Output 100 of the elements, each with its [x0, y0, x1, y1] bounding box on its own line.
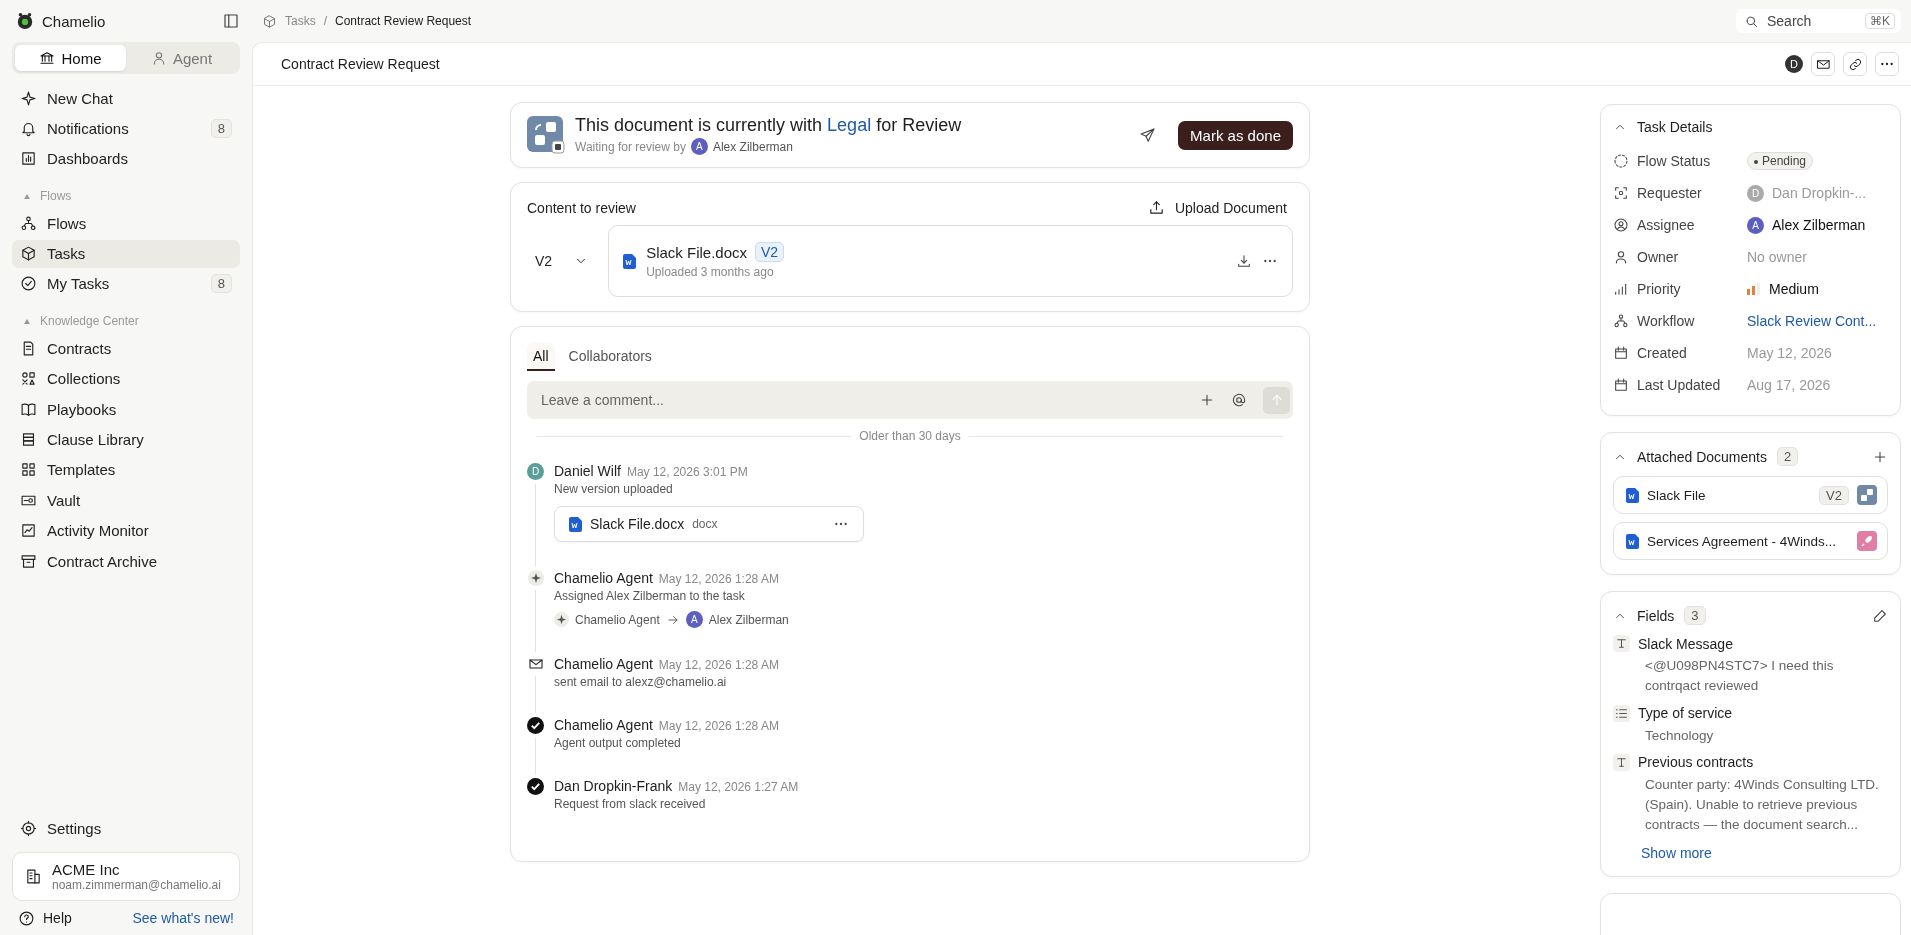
avatar: D [527, 463, 544, 480]
detail-value: May 12, 2026 [1747, 345, 1832, 361]
nav-item[interactable]: My Tasks 8 [12, 269, 240, 298]
author-name: Chamelio Agent [554, 570, 653, 586]
nav-item[interactable]: Tasks [12, 239, 240, 268]
edit-button[interactable] [1872, 607, 1888, 624]
comment-input[interactable]: Leave a comment... [539, 384, 1183, 416]
event-text: Request from slack received [554, 797, 707, 811]
file-card[interactable]: Slack File.docx V2 Uploaded 3 months ago [608, 225, 1293, 297]
field-value: <@U098PN4STC7> I need this contrqact reviewed [1644, 657, 1835, 696]
caret-icon [24, 318, 30, 324]
logo-icon [16, 12, 34, 30]
file-type: docx [692, 517, 718, 531]
shapes-icon [1857, 485, 1877, 505]
calendar-icon [1613, 345, 1629, 361]
check-circle-icon [20, 275, 37, 293]
mark-done-button[interactable]: Mark as done [1178, 120, 1293, 150]
timestamp: May 12, 2026 1:28 AM [658, 658, 779, 672]
workspace-email: noam.zimmerman@chamelio.ai [52, 878, 221, 892]
nav-item[interactable]: Contracts [12, 334, 240, 363]
send-icon [1139, 126, 1157, 144]
document-item[interactable]: Services Agreement - 4Winds... [1613, 522, 1888, 560]
nav-item[interactable]: New Chat [12, 84, 240, 112]
avatar: A [690, 138, 708, 155]
file-name: Slack File.docx [646, 243, 747, 261]
detail-value: Aug 17, 2026 [1747, 377, 1831, 393]
nav-item[interactable]: Activity Monitor [12, 516, 240, 545]
nav-item[interactable]: Templates [12, 455, 240, 484]
shapes-icon [20, 370, 37, 388]
agent-button[interactable] [1811, 52, 1835, 76]
nav-item[interactable]: Collections [12, 364, 240, 393]
detail-label: Last Updated [1637, 377, 1721, 393]
mode-tab[interactable]: Home [15, 45, 126, 71]
sparkle-icon [20, 89, 37, 107]
shortcut-hint: ⌘K [1865, 13, 1895, 29]
person-name[interactable]: Alex Zilberman [1772, 217, 1866, 233]
nav-item[interactable]: Playbooks [12, 395, 240, 424]
nav-item[interactable]: Clause Library [12, 425, 240, 454]
user-circle-icon [1613, 217, 1629, 233]
detail-label: Requester [1637, 185, 1702, 201]
avatar: A [685, 611, 703, 628]
tab[interactable]: All [527, 343, 555, 371]
page-title: Contract Review Request [281, 56, 440, 72]
link-icon [1847, 56, 1863, 72]
count-badge: 8 [210, 274, 232, 294]
detail-label: Workflow [1637, 313, 1695, 329]
calendar-icon [1613, 377, 1629, 393]
nav-item[interactable]: Notifications 8 [12, 114, 240, 143]
send-button[interactable] [1139, 126, 1157, 144]
help-button[interactable]: Help [18, 909, 72, 927]
file-meta: Uploaded 3 months ago [646, 265, 774, 279]
detail-label: Owner [1637, 249, 1679, 265]
document-name: Services Agreement - 4Winds... [1647, 533, 1837, 549]
timestamp: May 12, 2026 1:27 AM [678, 780, 799, 794]
bar-chart-icon [1613, 281, 1629, 297]
count-badge: 3 [1684, 606, 1706, 625]
show-more-link[interactable]: Show more [1613, 844, 1712, 861]
version-badge: V2 [755, 242, 785, 262]
author-name: Daniel Wilf [554, 463, 621, 479]
team-link[interactable]: Legal [827, 115, 872, 135]
search-button[interactable]: Search ⌘K [1736, 9, 1901, 33]
upload-button[interactable]: Upload Document [1147, 199, 1287, 216]
workflow-link[interactable]: Slack Review Cont... [1747, 313, 1877, 329]
comment-box[interactable]: Leave a comment... [527, 381, 1293, 419]
field-label: Type of service [1638, 705, 1733, 721]
caret-icon [24, 193, 30, 199]
bar-chart-icon [20, 150, 37, 168]
add-button[interactable] [1199, 392, 1215, 408]
panel-title: Task Details [1637, 119, 1713, 135]
breadcrumb-link[interactable]: Contract Review Request [335, 14, 472, 28]
tab[interactable]: Collaborators [562, 343, 658, 371]
nav-item[interactable]: Vault [12, 486, 240, 515]
document-item[interactable]: Slack File V2 [1613, 476, 1888, 514]
whats-new-link[interactable]: See what's new! [132, 910, 234, 926]
assigner-name: Chamelio Agent [575, 612, 660, 627]
mention-button[interactable] [1231, 392, 1247, 408]
sidebar-toggle-button[interactable] [222, 12, 240, 30]
cube-icon [20, 245, 37, 263]
nav-item[interactable]: Flows [12, 209, 240, 238]
file-name: Slack File.docx [590, 516, 685, 532]
download-button[interactable] [1236, 253, 1252, 269]
copy-link-button[interactable] [1843, 52, 1867, 76]
nav-item[interactable]: Dashboards [12, 144, 240, 173]
version-dropdown[interactable]: V2 [527, 253, 589, 269]
sparkle-icon [554, 612, 569, 627]
book-icon [20, 400, 37, 418]
rocket-icon [1857, 531, 1877, 551]
mode-tab[interactable]: Agent [126, 45, 237, 71]
document-icon [569, 516, 582, 532]
help-icon [18, 909, 35, 927]
nav-item[interactable]: Contract Archive [12, 547, 240, 576]
attachment-card[interactable]: Slack File.docx docx [554, 506, 864, 542]
timestamp: May 12, 2026 1:28 AM [658, 719, 779, 733]
document-icon [623, 253, 637, 269]
workspace-card[interactable]: ACME Inc noam.zimmerman@chamelio.ai [12, 852, 240, 901]
text-icon [1614, 636, 1629, 651]
panel-title: Fields [1637, 607, 1675, 624]
settings-nav-item[interactable]: Settings [12, 814, 240, 842]
event-text: New version uploaded [554, 482, 674, 496]
stack-icon [20, 431, 37, 448]
